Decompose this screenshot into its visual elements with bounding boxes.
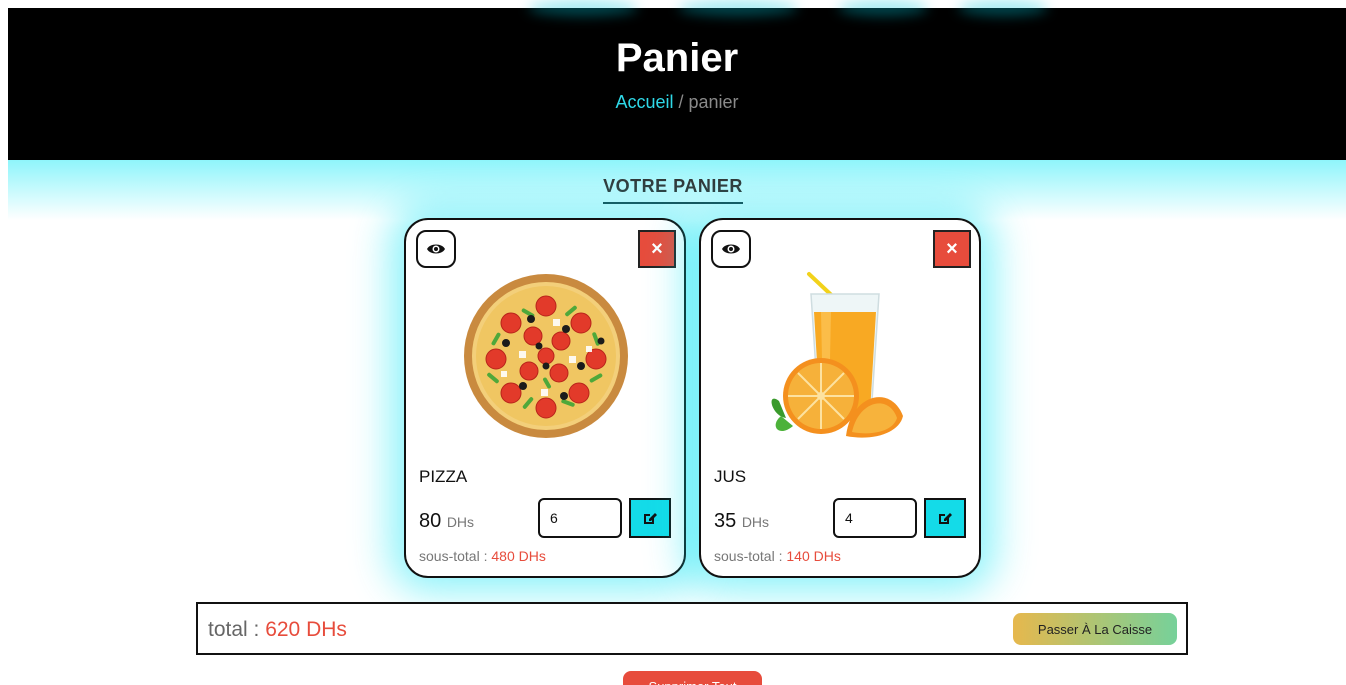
price-currency: DHs bbox=[446, 514, 475, 530]
breadcrumb-separator: / bbox=[673, 92, 689, 112]
clear-cart-button[interactable]: Supprimer Tout bbox=[623, 671, 762, 685]
section-heading: VOTRE PANIER bbox=[0, 176, 1346, 204]
price-value: 35 bbox=[714, 510, 737, 532]
subtotal-value: 480 DHs bbox=[491, 548, 546, 564]
product-price: 80 DHs bbox=[419, 510, 474, 533]
edit-icon bbox=[644, 513, 657, 524]
breadcrumb-current: panier bbox=[688, 92, 739, 112]
breadcrumb: Accueil / panier bbox=[8, 92, 1346, 113]
subtotal-value: 140 DHs bbox=[786, 548, 841, 564]
page-title: Panier bbox=[615, 36, 739, 80]
total-value: 620 DHs bbox=[265, 618, 347, 641]
header-glow bbox=[528, 0, 638, 16]
item-subtotal: sous-total : 480 DHs bbox=[419, 548, 546, 564]
cart-item-card: × JUS 35 DHs 4 sous-total: 140 DHs bbox=[699, 218, 981, 578]
breadcrumb-home-link[interactable]: Accueil bbox=[615, 92, 673, 112]
subtotal-label: sous-total : bbox=[714, 548, 787, 564]
price-currency: DHs bbox=[741, 514, 770, 530]
cart-total-bar: total : 620 DHs Passer À La Caisse bbox=[196, 602, 1188, 655]
product-name: JUS bbox=[714, 467, 747, 486]
total-label: total : bbox=[208, 618, 266, 641]
update-quantity-button[interactable] bbox=[924, 498, 966, 538]
edit-icon bbox=[939, 513, 952, 524]
price-value: 80 bbox=[419, 510, 442, 532]
header-glow bbox=[678, 0, 798, 16]
checkout-button[interactable]: Passer À La Caisse bbox=[1013, 613, 1177, 645]
product-price: 35 DHs bbox=[714, 510, 769, 533]
cart-item-card: × PIZZA 80 DHs 6 sous-total: 480 DHs bbox=[404, 218, 686, 578]
quantity-input[interactable] bbox=[538, 498, 622, 538]
orange-juice-image bbox=[721, 250, 961, 462]
item-subtotal: sous-total : 140 DHs bbox=[714, 548, 841, 564]
subtotal-label: sous-total : bbox=[419, 548, 492, 564]
section-title: VOTRE PANIER bbox=[603, 176, 743, 204]
update-quantity-button[interactable] bbox=[629, 498, 671, 538]
header-glow bbox=[958, 0, 1048, 16]
cart-page: Panier Accueil / panier VOTRE PANIER × P… bbox=[0, 0, 1346, 685]
header-glow bbox=[838, 0, 928, 16]
product-name: PIZZA bbox=[419, 467, 468, 486]
pizza-image bbox=[426, 250, 666, 462]
cart-total: total : 620 DHs bbox=[208, 618, 347, 642]
quantity-input[interactable] bbox=[833, 498, 917, 538]
page-header: Panier Accueil / panier bbox=[8, 0, 1346, 160]
